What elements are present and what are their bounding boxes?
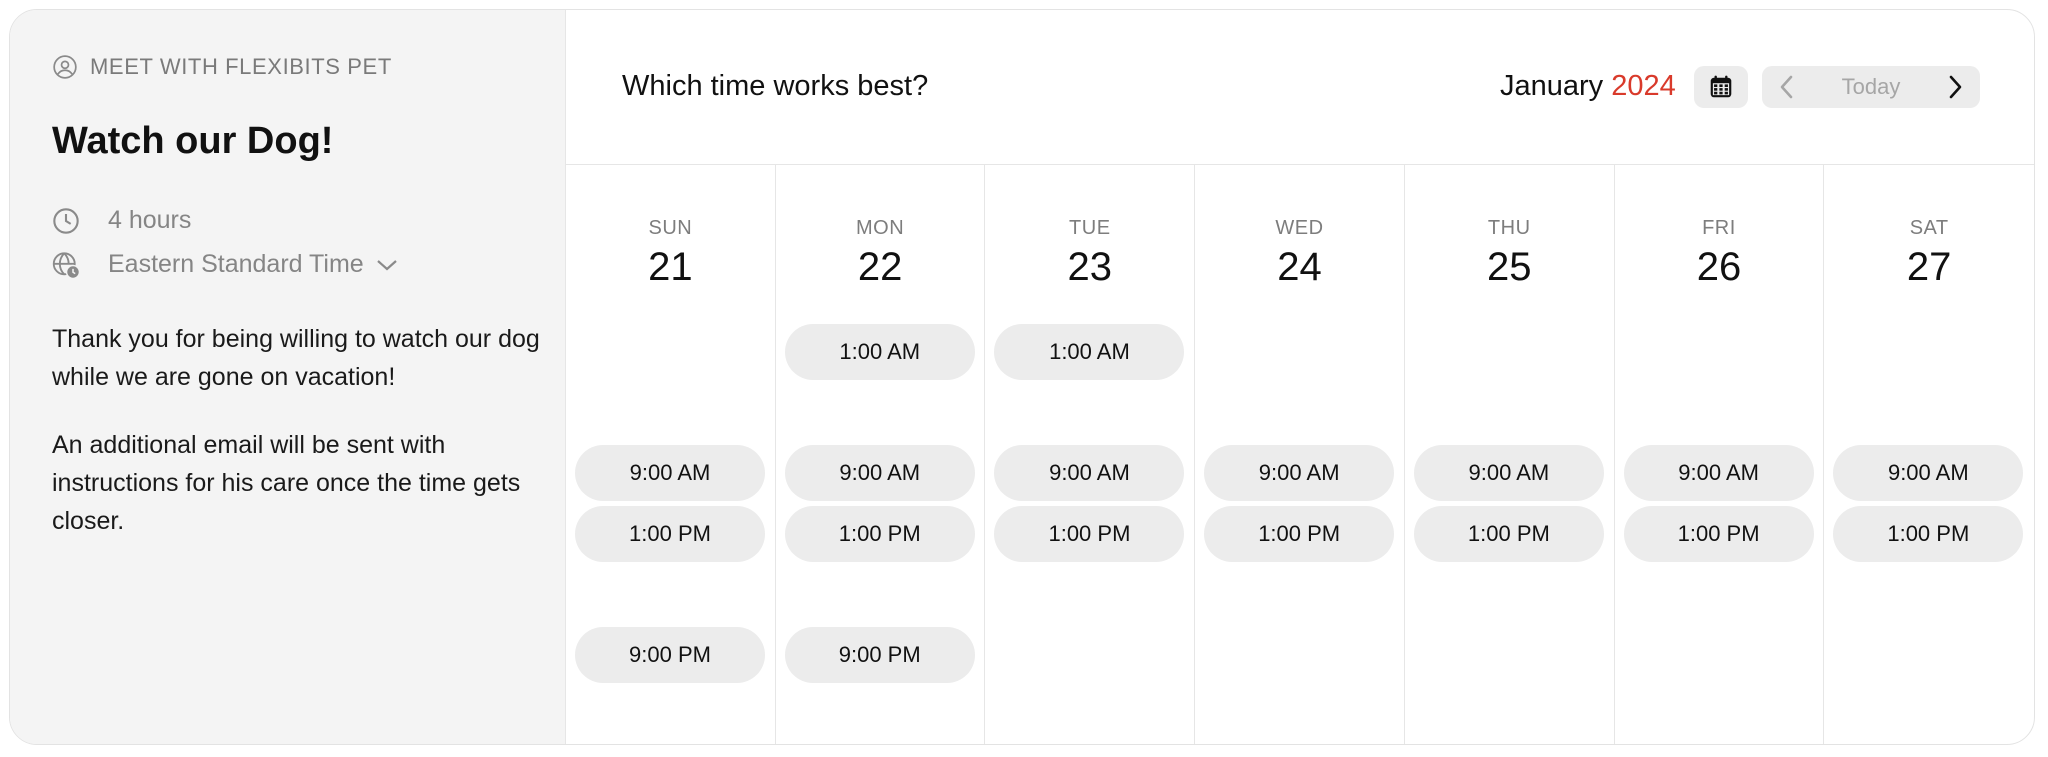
day-column-fri: FRI 26 9:00 AM 1:00 PM xyxy=(1615,165,1825,744)
globe-clock-icon xyxy=(52,251,80,279)
time-slot-button[interactable]: 1:00 PM xyxy=(575,506,765,562)
calendar-header: Which time works best? January 2024 Toda… xyxy=(566,10,2034,165)
time-slot-button[interactable]: 1:00 PM xyxy=(784,506,975,562)
scheduler-card: MEET WITH FLEXIBITS PET Watch our Dog! 4… xyxy=(9,9,2035,745)
day-date: 24 xyxy=(1277,245,1322,289)
time-slot-button[interactable]: 9:00 AM xyxy=(994,445,1185,501)
day-date: 26 xyxy=(1696,245,1742,289)
chevron-right-icon xyxy=(1949,75,1962,99)
day-name: FRI xyxy=(1702,217,1736,239)
time-slot-button[interactable]: 9:00 AM xyxy=(1833,445,2024,501)
person-circle-icon xyxy=(53,55,77,79)
day-date: 21 xyxy=(648,245,693,289)
time-slot-button[interactable]: 9:00 AM xyxy=(575,445,765,501)
time-slot-button[interactable]: 1:00 AM xyxy=(994,324,1185,380)
timezone-text: Eastern Standard Time xyxy=(108,250,364,278)
month-label: January xyxy=(1500,70,1604,102)
day-name: TUE xyxy=(1069,217,1111,239)
time-slot-button[interactable]: 1:00 PM xyxy=(994,506,1185,562)
question-heading: Which time works best? xyxy=(622,70,929,102)
time-slot-button[interactable]: 9:00 PM xyxy=(575,627,765,683)
day-date: 23 xyxy=(1067,245,1113,289)
chevron-down-icon xyxy=(376,259,397,270)
day-column-sun: SUN 21 9:00 AM 1:00 PM 9:00 PM xyxy=(566,165,776,744)
day-column-thu: THU 25 9:00 AM 1:00 PM xyxy=(1405,165,1615,744)
today-button[interactable]: Today xyxy=(1812,74,1930,100)
calendar-panel: Which time works best? January 2024 Toda… xyxy=(566,10,2034,744)
time-slot-button[interactable]: 9:00 AM xyxy=(1413,445,1604,501)
next-week-button[interactable] xyxy=(1930,66,1980,108)
time-slot-button[interactable]: 1:00 PM xyxy=(1413,506,1604,562)
day-date: 27 xyxy=(1906,245,1952,289)
duration-text: 4 hours xyxy=(108,206,192,234)
time-slot-button[interactable]: 9:00 AM xyxy=(784,445,975,501)
day-name: SUN xyxy=(648,217,693,239)
day-name: SAT xyxy=(1909,217,1949,239)
time-slot-button[interactable]: 1:00 PM xyxy=(1833,506,2024,562)
description-paragraph-2: An additional email will be sent with in… xyxy=(52,431,521,535)
year-label: 2024 xyxy=(1611,70,1676,102)
day-date: 25 xyxy=(1486,245,1532,289)
meet-with-label: MEET WITH FLEXIBITS PET xyxy=(90,54,392,79)
day-column-sat: SAT 27 9:00 AM 1:00 PM xyxy=(1824,165,2034,744)
day-name: MON xyxy=(855,217,905,239)
day-date: 22 xyxy=(857,245,903,289)
day-column-tue: TUE 23 1:00 AM 9:00 AM 1:00 PM xyxy=(985,165,1196,744)
week-days: SUN 21 9:00 AM 1:00 PM 9:00 PM MON 22 1:… xyxy=(566,165,2034,744)
calendar-icon xyxy=(1710,75,1732,98)
day-name: WED xyxy=(1275,217,1324,239)
time-slot-button[interactable]: 9:00 PM xyxy=(784,627,975,683)
time-slot-button[interactable]: 9:00 AM xyxy=(1204,445,1395,501)
time-slot-button[interactable]: 1:00 PM xyxy=(1623,506,1814,562)
meet-with-row: MEET WITH FLEXIBITS PET xyxy=(52,54,392,80)
month-year-label: January 2024 xyxy=(1500,70,1676,103)
event-title: Watch our Dog! xyxy=(52,120,334,162)
day-column-mon: MON 22 1:00 AM 9:00 AM 1:00 PM 9:00 PM xyxy=(776,165,986,744)
time-slot-button[interactable]: 1:00 PM xyxy=(1204,506,1395,562)
day-column-wed: WED 24 9:00 AM 1:00 PM xyxy=(1195,165,1405,744)
clock-icon xyxy=(53,207,79,234)
time-slot-button[interactable]: 9:00 AM xyxy=(1623,445,1814,501)
chevron-left-icon xyxy=(1780,75,1793,99)
time-slot-button[interactable]: 1:00 AM xyxy=(784,324,975,380)
timezone-selector[interactable]: Eastern Standard Time xyxy=(52,250,398,279)
duration-row: 4 hours xyxy=(52,206,191,235)
description-paragraph-1: Thank you for being willing to watch our… xyxy=(52,325,540,391)
previous-week-button[interactable] xyxy=(1762,66,1812,108)
calendar-picker-button[interactable] xyxy=(1694,66,1748,108)
week-navigation: Today xyxy=(1762,66,1980,108)
day-name: THU xyxy=(1487,217,1531,239)
event-sidebar: MEET WITH FLEXIBITS PET Watch our Dog! 4… xyxy=(10,10,566,744)
